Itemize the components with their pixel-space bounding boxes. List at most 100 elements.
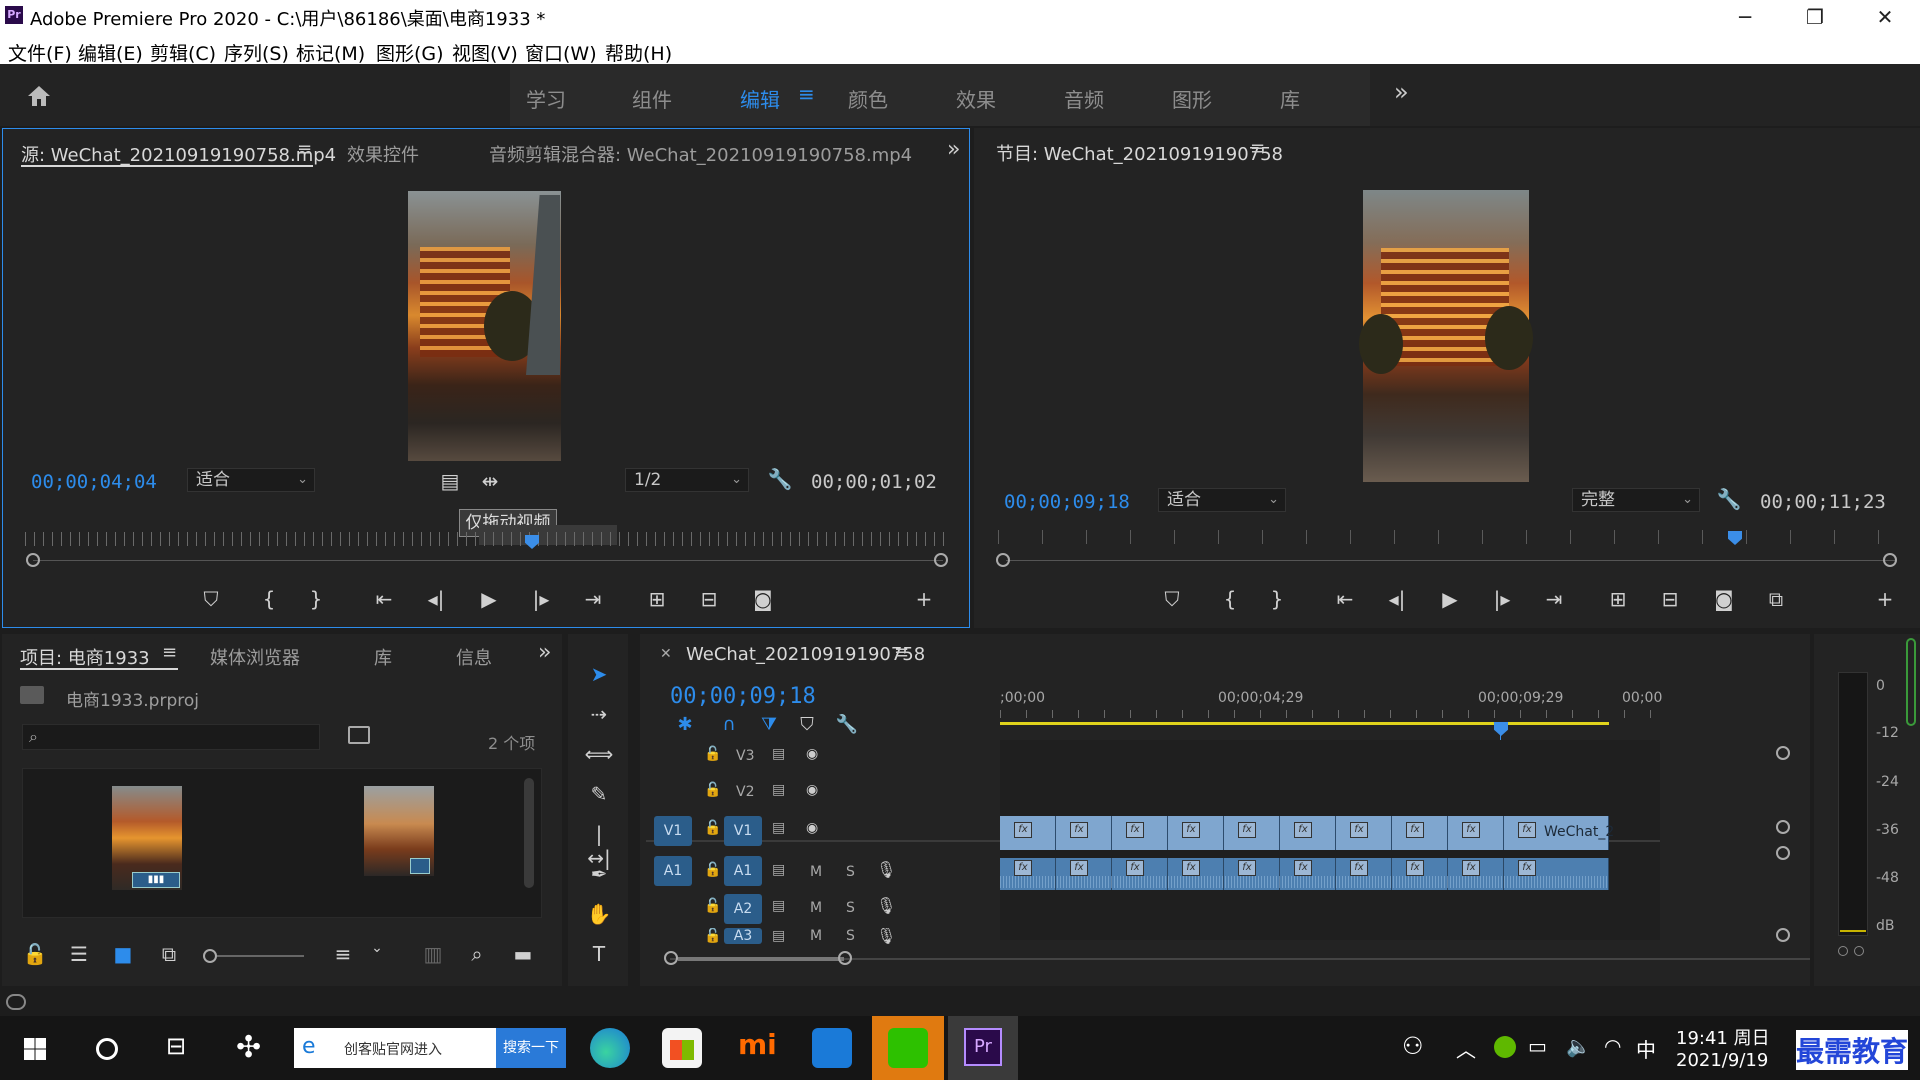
video-clip[interactable]: fx — [1448, 816, 1504, 850]
windows-start-icon[interactable] — [24, 1038, 46, 1060]
ime-indicator[interactable]: 中 — [1636, 1034, 1656, 1063]
track-patch-v1[interactable]: V1 — [654, 816, 692, 846]
menu-help[interactable]: 帮助(H) — [605, 39, 672, 66]
workspace-graphics[interactable]: 图形 — [1172, 84, 1212, 113]
new-search-bin-icon[interactable] — [348, 726, 370, 744]
program-tab-menu-icon[interactable]: ≡ — [1250, 138, 1265, 159]
tab-sequence[interactable]: WeChat_20210919190758 — [686, 644, 925, 665]
menu-sequence[interactable]: 序列(S) — [224, 39, 289, 66]
icon-view-icon[interactable]: ■ — [108, 942, 138, 966]
program-current-timecode[interactable]: 00;00;09;18 — [1004, 491, 1130, 513]
task-view-icon[interactable]: ⊟ — [166, 1032, 186, 1060]
freeform-view-icon[interactable]: ⧉ — [154, 942, 184, 966]
lock-icon[interactable]: 🔓 — [704, 782, 721, 798]
thumbnail-size-slider-handle[interactable] — [203, 949, 217, 963]
clock-time[interactable]: 19:41 周日 — [1676, 1024, 1770, 1050]
close-sequence-icon[interactable]: ✕ — [660, 646, 672, 662]
menu-marker[interactable]: 标记(M) — [296, 39, 365, 66]
battery-icon[interactable]: ▭ — [1528, 1034, 1547, 1058]
video-clip[interactable]: fx — [1224, 816, 1280, 850]
sync-lock-icon[interactable]: ▤ — [772, 782, 785, 798]
project-scrollbar[interactable] — [524, 778, 534, 888]
timeline-scroll-thumb[interactable] — [678, 957, 844, 961]
close-button[interactable]: ✕ — [1850, 0, 1920, 34]
timeline-playhead[interactable] — [1494, 722, 1508, 736]
mute-button[interactable]: M — [810, 864, 822, 880]
automate-to-sequence-icon[interactable]: ▥ — [418, 942, 448, 966]
hand-tool-icon[interactable]: ✋ — [584, 902, 614, 926]
lock-icon[interactable]: 🔓 — [704, 820, 721, 836]
source-zoom-handle-right[interactable] — [934, 553, 948, 567]
program-zoom-handle-right[interactable] — [1883, 553, 1897, 567]
vertical-zoom-handle-bottom[interactable] — [1776, 928, 1790, 942]
project-search-input[interactable]: ⌕ — [22, 724, 320, 750]
new-bin-folder-icon[interactable]: ▬ — [508, 942, 538, 966]
project-more-icon[interactable]: » — [538, 640, 551, 665]
tab-effect-controls[interactable]: 效果控件 — [347, 141, 419, 167]
selection-tool-icon[interactable]: ➤ — [584, 662, 614, 686]
insert-nest-icon[interactable]: ✱ — [670, 714, 700, 735]
track-patch-a3[interactable] — [654, 928, 692, 944]
sync-lock-icon[interactable]: ▤ — [772, 898, 785, 914]
timeline-scroll-handle-left[interactable] — [664, 951, 678, 965]
razor-tool-icon[interactable]: ✎ — [584, 782, 614, 806]
video-clip[interactable]: fx — [1112, 816, 1168, 850]
step-back-button[interactable]: ◂| — [421, 587, 451, 611]
menu-graphics[interactable]: 图形(G) — [376, 39, 444, 66]
eye-icon[interactable]: ◉ — [806, 746, 818, 762]
work-area-bar[interactable] — [1000, 722, 1609, 725]
workspace-assembly[interactable]: 组件 — [632, 84, 672, 113]
timeline-ruler[interactable]: ;00;00 00;00;04;29 00;00;09;29 00;00 — [1000, 684, 1662, 730]
source-current-timecode[interactable]: 00;00;04;04 — [31, 471, 157, 493]
tab-audio-clip-mixer[interactable]: 音频剪辑混合器: WeChat_20210919190758.mp4 — [489, 141, 912, 167]
microphone-icon[interactable]: 🎙 — [876, 860, 896, 879]
program-go-to-in-button[interactable]: ⇤ — [1330, 587, 1360, 611]
sort-icons-icon[interactable]: ≡ — [328, 942, 358, 966]
home-icon[interactable] — [26, 84, 52, 108]
video-clip-last[interactable]: fx WeChat_2 — [1504, 816, 1614, 850]
video-clip[interactable]: fx — [1392, 816, 1448, 850]
program-step-back-button[interactable]: ◂| — [1382, 587, 1412, 611]
mark-out-button[interactable]: } — [301, 587, 331, 611]
track-name-v1[interactable]: V1 — [724, 816, 762, 846]
vertical-zoom-handle-mid[interactable] — [1776, 820, 1790, 834]
solo-button[interactable]: S — [846, 900, 855, 916]
mute-button[interactable]: M — [810, 928, 822, 944]
source-tab-menu-icon[interactable]: ≡ — [297, 139, 312, 160]
solo-button[interactable]: S — [846, 864, 855, 880]
menu-clip[interactable]: 剪辑(C) — [150, 39, 216, 66]
type-tool-icon[interactable]: T — [584, 942, 614, 966]
source-scrub-bar[interactable] — [33, 560, 943, 561]
mail-icon[interactable] — [812, 1028, 852, 1068]
source-settings-wrench-icon[interactable]: 🔧 — [765, 467, 795, 491]
taskbar-search-button[interactable]: 搜索一下 — [496, 1028, 566, 1068]
solo-right-button[interactable] — [1854, 946, 1864, 956]
microphone-icon[interactable]: 🎙 — [876, 896, 896, 915]
workspace-audio[interactable]: 音频 — [1064, 84, 1104, 113]
tab-libraries[interactable]: 库 — [374, 644, 392, 670]
vertical-zoom-handle-mid2[interactable] — [1776, 846, 1790, 860]
sequence-tab-menu-icon[interactable]: ≡ — [894, 642, 909, 663]
mi-icon[interactable]: mi — [738, 1028, 777, 1061]
solo-left-button[interactable] — [1838, 946, 1848, 956]
workspace-learn[interactable]: 学习 — [526, 84, 566, 113]
timeline-add-marker-icon[interactable]: ⛉ — [792, 714, 822, 735]
tray-app-icon[interactable] — [1494, 1036, 1516, 1058]
tab-source[interactable]: 源: WeChat_20210919190758.mp4 — [21, 141, 336, 167]
program-add-marker-button[interactable]: ⛉ — [1157, 587, 1187, 611]
edge-browser-icon[interactable] — [590, 1028, 630, 1068]
workspace-menu-icon[interactable]: ≡ — [798, 82, 815, 106]
video-clip[interactable]: fx — [1168, 816, 1224, 850]
meter-scrollbar[interactable] — [1906, 638, 1916, 726]
list-view-icon[interactable]: ☰ — [64, 942, 94, 966]
premiere-app-tab[interactable]: Pr — [948, 1016, 1018, 1080]
microphone-icon[interactable]: 🎙 — [876, 928, 896, 944]
show-hidden-icons-icon[interactable]: ︿ — [1456, 1034, 1476, 1063]
track-patch-v2[interactable] — [654, 778, 692, 808]
sync-lock-icon[interactable]: ▤ — [772, 746, 785, 762]
program-mark-out-button[interactable]: } — [1262, 587, 1292, 611]
program-quality-select[interactable]: 完整 ⌄ — [1572, 488, 1700, 512]
source-more-icon[interactable]: » — [947, 137, 960, 162]
insert-button[interactable]: ⊞ — [642, 587, 672, 611]
snap-magnet-icon[interactable]: ∩ — [714, 714, 744, 735]
